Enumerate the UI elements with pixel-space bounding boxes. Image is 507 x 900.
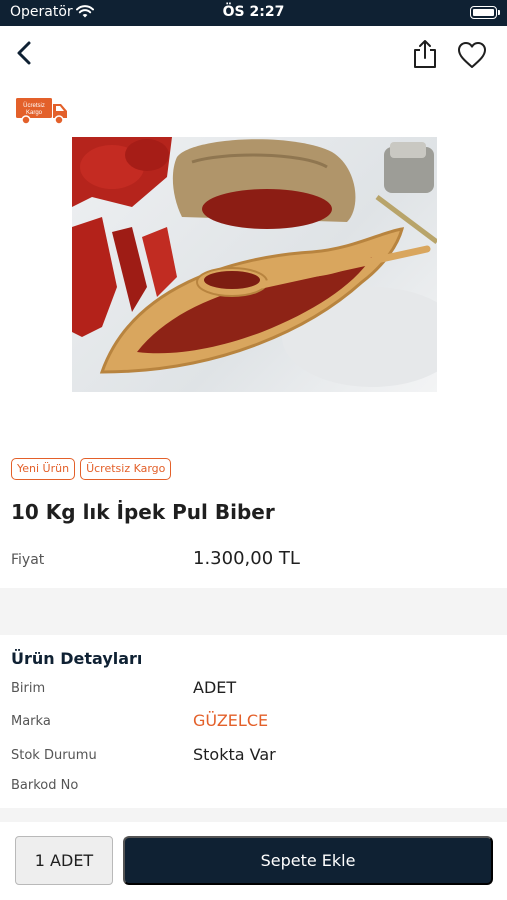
product-tags: Yeni Ürün Ücretsiz Kargo [11,458,172,480]
detail-label-brand: Marka [11,714,51,729]
tag-free-shipping: Ücretsiz Kargo [80,458,172,480]
top-navigation [0,26,507,82]
tag-new-product: Yeni Ürün [11,458,76,480]
share-icon[interactable] [410,38,440,70]
quantity-button[interactable]: 1 ADET [15,836,113,885]
detail-label-barcode: Barkod No [11,778,79,793]
battery-icon [470,6,500,19]
add-to-cart-button[interactable]: Sepete Ekle [123,836,493,885]
details-title: Ürün Detayları [11,649,143,668]
heart-icon[interactable] [456,40,488,70]
detail-value-unit: ADET [193,678,237,697]
bottom-action-bar: 1 ADET Sepete Ekle [0,822,507,900]
truck-badge-line2: Kargo [26,110,43,116]
back-chevron-icon[interactable] [10,38,40,68]
product-photo [72,137,437,387]
detail-label-unit: Birim [11,681,46,696]
bottom-divider [0,808,507,822]
clock: ÖS 2:27 [222,4,285,20]
detail-value-brand[interactable]: GÜZELCE [193,711,268,730]
detail-value-stock: Stokta Var [193,745,276,764]
product-image[interactable] [72,137,437,392]
price-value: 1.300,00 TL [193,548,300,569]
status-bar: Operatör ÖS 2:27 [0,0,507,26]
section-divider [0,588,507,635]
detail-label-stock: Stok Durumu [11,748,97,763]
product-title: 10 Kg lık İpek Pul Biber [11,500,275,524]
truck-icon: Ücretsiz Kargo [16,98,67,125]
truck-badge-line1: Ücretsiz [23,102,45,109]
price-label: Fiyat [11,552,45,568]
